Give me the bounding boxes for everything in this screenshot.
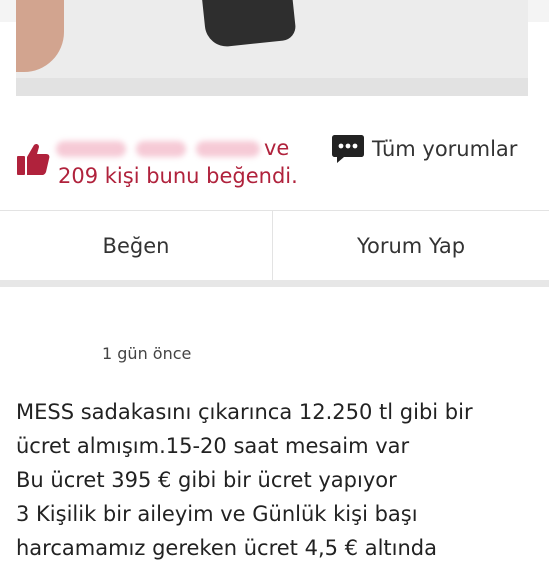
all-comments-label: Tüm yorumlar <box>372 137 518 161</box>
thumbs-up-icon[interactable] <box>16 142 50 176</box>
post-body-line: harcamamız gereken ücret 4,5 € altında <box>16 536 437 560</box>
all-comments-link[interactable]: Tüm yorumlar <box>332 132 517 166</box>
likes-row: ve 209 kişi bunu beğendi. Tüm yorumlar <box>0 118 549 208</box>
comment-button[interactable]: Yorum Yap <box>273 211 549 281</box>
comment-bubble-icon <box>332 135 364 163</box>
post-body-line: Bu ücret 395 € gibi bir ücret yapıyor <box>16 468 397 492</box>
post-body-line: ücret almışım.15-20 saat mesaim var <box>16 434 410 458</box>
post-body-line: 3 Kişilik bir aileyim ve Günlük kişi baş… <box>16 502 418 526</box>
post-separator <box>0 280 549 287</box>
post-body-line: MESS sadakasını çıkarınca 12.250 tl gibi… <box>16 400 473 424</box>
post-body: MESS sadakasını çıkarınca 12.250 tl gibi… <box>16 395 541 565</box>
liked-by-conjunction: ve <box>264 136 290 160</box>
liker-names-blurred[interactable] <box>56 138 264 160</box>
like-button[interactable]: Beğen <box>0 211 272 281</box>
post-timestamp: 1 gün önce <box>102 344 192 363</box>
post-actions: Beğen Yorum Yap <box>0 210 549 281</box>
like-count-text[interactable]: 209 kişi bunu beğendi. <box>58 164 298 188</box>
next-post: 1 gün önce MESS sadakasını çıkarınca 12.… <box>0 287 549 560</box>
image-shadow <box>16 78 528 96</box>
post-image[interactable] <box>16 0 528 96</box>
